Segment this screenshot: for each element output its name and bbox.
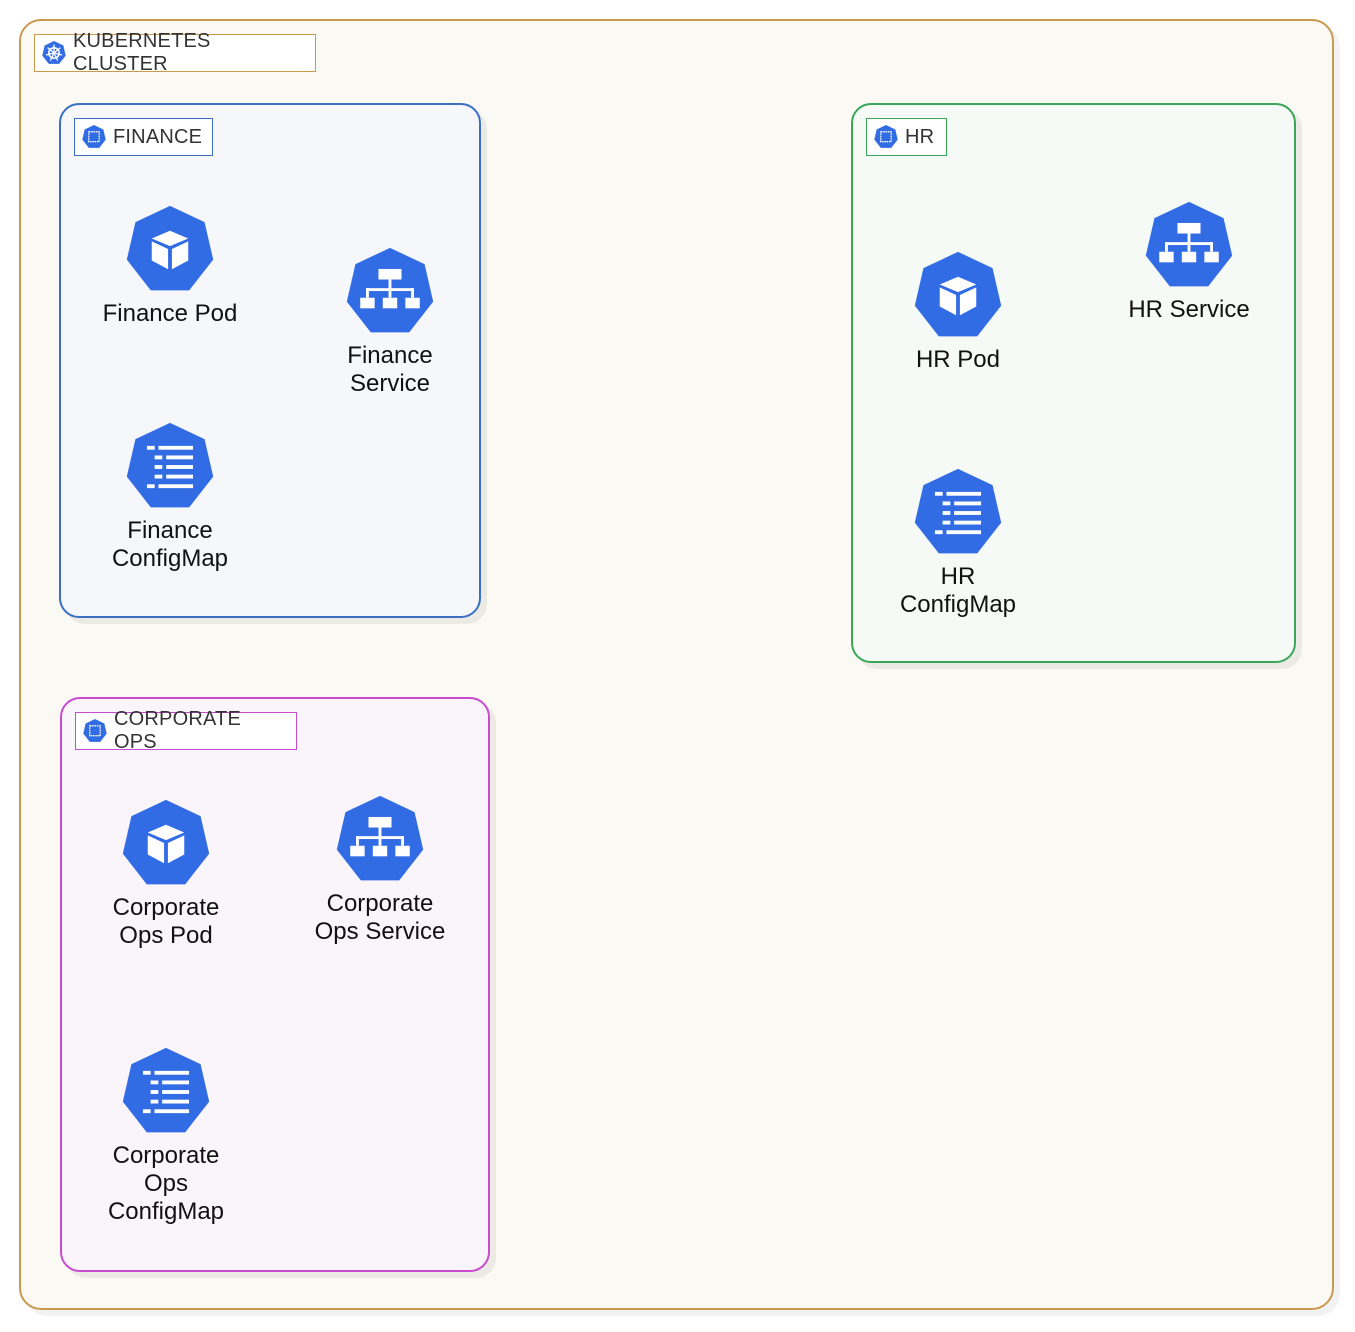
pod-cube-icon bbox=[122, 202, 218, 298]
corporate-ops-pod-label: Corporate Ops Pod bbox=[112, 894, 220, 949]
service-hierarchy-icon bbox=[332, 792, 428, 888]
hr-namespace-label: HR bbox=[866, 118, 947, 156]
finance-namespace-label-text: FINANCE bbox=[113, 125, 203, 148]
configmap-list-icon bbox=[122, 419, 218, 515]
finance-pod-node[interactable]: Finance Pod bbox=[80, 202, 260, 328]
namespace-icon bbox=[82, 718, 108, 744]
pod-cube-icon bbox=[118, 796, 214, 892]
hr-pod-label: HR Pod bbox=[915, 346, 1001, 373]
finance-service-node[interactable]: Finance Service bbox=[300, 244, 480, 398]
pod-cube-icon bbox=[910, 248, 1006, 344]
corporate-ops-configmap-label: Corporate Ops ConfigMap bbox=[107, 1142, 225, 1225]
corporate-ops-pod-node[interactable]: Corporate Ops Pod bbox=[76, 796, 256, 950]
service-hierarchy-icon bbox=[1141, 198, 1237, 294]
namespace-icon bbox=[873, 124, 899, 150]
hr-configmap-node[interactable]: HR ConfigMap bbox=[868, 465, 1048, 619]
namespace-icon bbox=[81, 124, 107, 150]
finance-namespace-label: FINANCE bbox=[74, 118, 213, 156]
corporate-ops-configmap-node[interactable]: Corporate Ops ConfigMap bbox=[76, 1044, 256, 1226]
finance-service-label: Finance Service bbox=[347, 342, 433, 397]
hr-configmap-label: HR ConfigMap bbox=[899, 563, 1017, 618]
finance-configmap-node[interactable]: Finance ConfigMap bbox=[80, 419, 260, 573]
kubernetes-helm-icon bbox=[41, 40, 67, 66]
cluster-label: KUBERNETES CLUSTER bbox=[34, 30, 316, 75]
cluster-label-text: KUBERNETES CLUSTER bbox=[73, 30, 211, 75]
finance-configmap-label: Finance ConfigMap bbox=[111, 517, 229, 572]
hr-service-node[interactable]: HR Service bbox=[1099, 198, 1279, 324]
hr-pod-node[interactable]: HR Pod bbox=[868, 248, 1048, 374]
hr-namespace-label-text: HR bbox=[905, 125, 935, 148]
corporate-ops-service-node[interactable]: Corporate Ops Service bbox=[290, 792, 470, 946]
corporate-ops-namespace-label-text: CORPORATE OPS bbox=[114, 708, 241, 753]
service-hierarchy-icon bbox=[342, 244, 438, 340]
configmap-list-icon bbox=[118, 1044, 214, 1140]
corporate-ops-namespace-label: CORPORATE OPS bbox=[75, 708, 297, 753]
hr-service-label: HR Service bbox=[1128, 296, 1250, 323]
corporate-ops-service-label: Corporate Ops Service bbox=[314, 890, 446, 945]
finance-pod-label: Finance Pod bbox=[102, 300, 238, 327]
configmap-list-icon bbox=[910, 465, 1006, 561]
